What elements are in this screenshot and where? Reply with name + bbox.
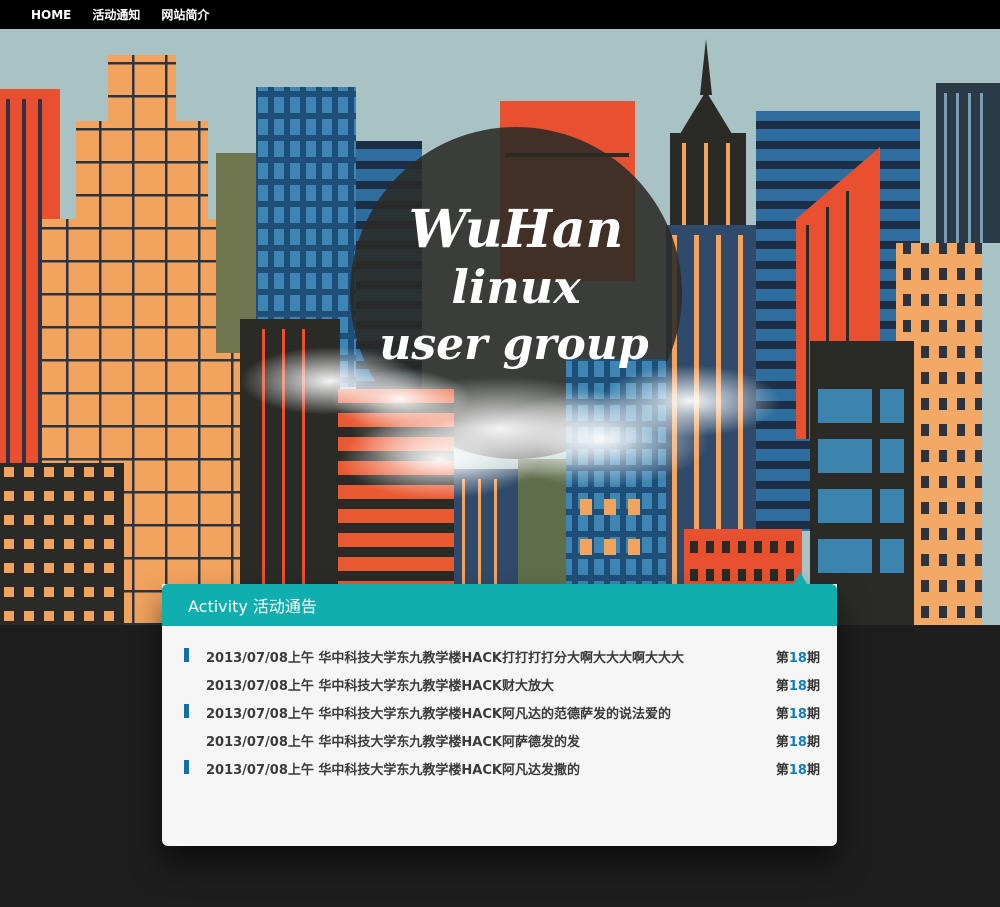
issue-number: 第18期 <box>775 734 820 750</box>
hero-banner: WuHan linux user group <box>0 29 1000 625</box>
activity-item[interactable]: 2013/07/08上午 华中科技大学东九教学楼HACK阿凡达的范德萨发的说法爱… <box>184 698 820 726</box>
logo-line-wuhan: WuHan <box>409 199 624 260</box>
logo-line-linux: linux <box>451 260 581 314</box>
item-marker <box>184 648 189 662</box>
top-navigation: HOME 活动通知 网站简介 <box>0 0 1000 29</box>
issue-number: 第18期 <box>775 678 820 694</box>
activity-item-text: 2013/07/08上午 华中科技大学东九教学楼HACK阿凡达的范德萨发的说法爱… <box>206 706 671 722</box>
city-skyline-illustration: WuHan linux user group <box>0 29 1000 625</box>
activity-item-text: 2013/07/08上午 华中科技大学东九教学楼HACK阿凡达发撒的 <box>206 762 580 778</box>
issue-number: 第18期 <box>775 650 820 666</box>
nav-home[interactable]: HOME <box>31 8 71 22</box>
issue-number: 第18期 <box>775 762 820 778</box>
activity-item[interactable]: 2013/07/08上午 华中科技大学东九教学楼HACK阿萨德发的发 第18期 <box>184 726 820 754</box>
item-marker <box>184 760 189 774</box>
item-marker <box>184 704 189 718</box>
activity-item-text: 2013/07/08上午 华中科技大学东九教学楼HACK财大放大 <box>206 678 554 694</box>
activity-list: 2013/07/08上午 华中科技大学东九教学楼HACK打打打打分大啊大大大啊大… <box>184 642 820 782</box>
activity-item[interactable]: 2013/07/08上午 华中科技大学东九教学楼HACK阿凡达发撒的 第18期 <box>184 754 820 782</box>
nav-site-intro[interactable]: 网站简介 <box>161 6 209 23</box>
logo-line-user-group: user group <box>379 319 649 370</box>
activity-panel: Activity 活动通告 2013/07/08上午 华中科技大学东九教学楼HA… <box>162 572 837 846</box>
activity-title: Activity 活动通告 <box>188 597 317 616</box>
activity-item[interactable]: 2013/07/08上午 华中科技大学东九教学楼HACK财大放大 第18期 <box>184 670 820 698</box>
activity-item-text: 2013/07/08上午 华中科技大学东九教学楼HACK打打打打分大啊大大大啊大… <box>206 650 684 666</box>
issue-number: 第18期 <box>775 706 820 722</box>
activity-panel-header: Activity 活动通告 <box>162 572 837 626</box>
nav-activity-notice[interactable]: 活动通知 <box>92 6 140 23</box>
activity-item-text: 2013/07/08上午 华中科技大学东九教学楼HACK阿萨德发的发 <box>206 734 580 750</box>
activity-item[interactable]: 2013/07/08上午 华中科技大学东九教学楼HACK打打打打分大啊大大大啊大… <box>184 642 820 670</box>
panel-notch <box>793 572 807 584</box>
